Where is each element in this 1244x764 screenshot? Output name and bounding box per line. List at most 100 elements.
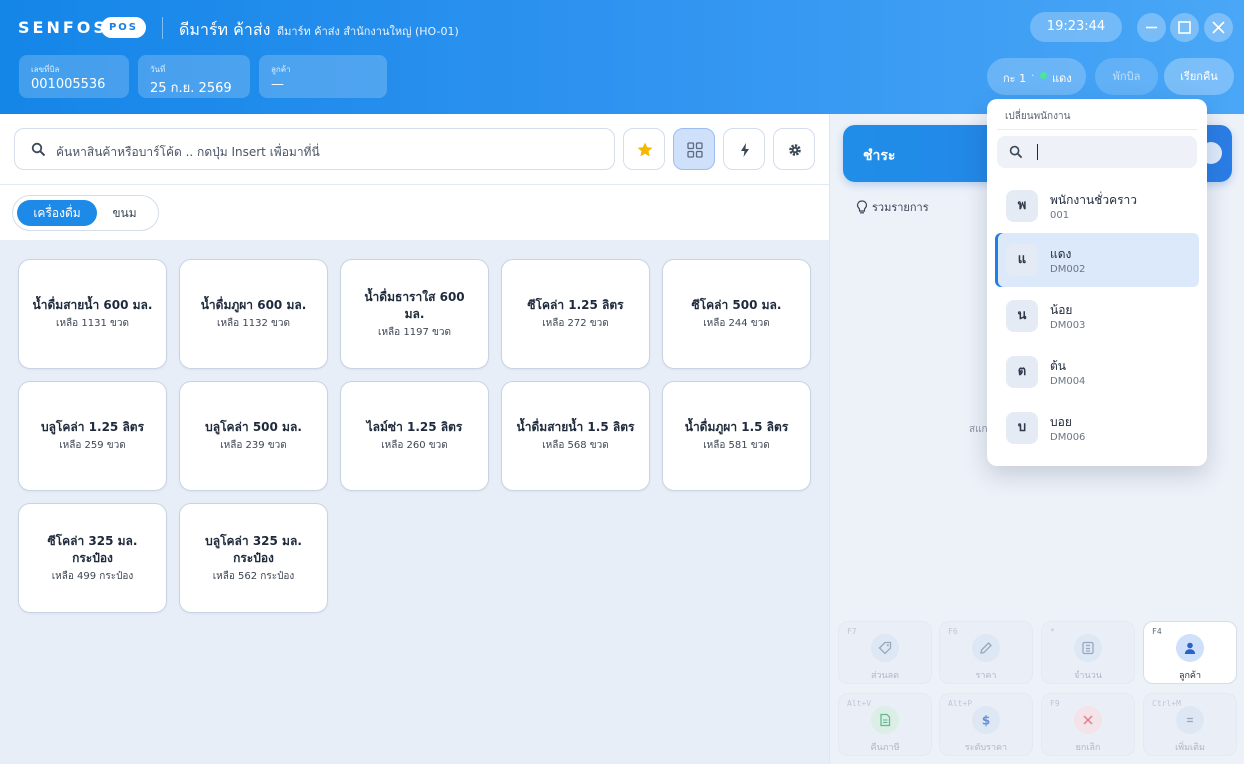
employee-avatar: บ (1006, 412, 1038, 444)
minimize-button[interactable] (1137, 13, 1166, 42)
product-card[interactable]: ซีโคล่า 1.25 ลิตร เหลือ 272 ขวด (501, 259, 650, 369)
employee-name: แดง (1050, 247, 1072, 261)
product-stock: เหลือ 499 กระป๋อง (51, 570, 134, 582)
employee-code: DM002 (1050, 264, 1086, 275)
product-card[interactable]: น้ำดื่มสายน้ำ 600 มล. เหลือ 1131 ขวด (18, 259, 167, 369)
product-name: น้ำดื่มภูผา 1.5 ลิตร (684, 420, 789, 434)
maximize-button[interactable] (1170, 13, 1199, 42)
employee-name: พนักงานชั่วคราว (1050, 193, 1138, 207)
shift-separator: · (1031, 69, 1035, 82)
product-card[interactable]: ไลม์ซ่า 1.25 ลิตร เหลือ 260 ขวด (340, 381, 489, 491)
product-stock: เหลือ 1197 ขวด (378, 326, 451, 338)
lightbulb-icon (856, 200, 868, 214)
grid-view-button[interactable] (673, 128, 715, 170)
function-key-label: ระดับราคา (964, 743, 1008, 753)
customer-key[interactable]: F4 ลูกค้า (1143, 621, 1237, 684)
function-key-label: ลูกค้า (1178, 671, 1202, 681)
search-placeholder: ค้นหาสินค้าหรือบาร์โค้ด .. กดปุ่ม Insert… (56, 145, 320, 159)
hold-bill-button[interactable]: พักบิล (1095, 58, 1158, 95)
shortcut-label: Alt+V (847, 699, 872, 708)
text-cursor (1037, 144, 1038, 160)
cart-summary-label: รวมรายการ (872, 201, 929, 214)
quick-mode-button[interactable] (723, 128, 765, 170)
product-stock: เหลือ 239 ขวด (220, 440, 287, 451)
customer-value: — (271, 77, 284, 92)
pay-label: ชำระ (863, 148, 896, 164)
bill-number-card: เลขที่บิล 001005536 (19, 55, 129, 98)
product-stock: เหลือ 1131 ขวด (56, 318, 129, 329)
employee-name: บอย (1050, 415, 1072, 429)
product-stock: เหลือ 568 ขวด (542, 440, 609, 451)
function-key-label: ส่วนลด (870, 671, 900, 681)
shift-employee-name: แดง (1052, 72, 1072, 85)
shortcut-label: Alt+P (948, 699, 973, 708)
product-stock: เหลือ 259 ขวด (59, 440, 126, 451)
favorites-button[interactable] (623, 128, 665, 170)
product-card[interactable]: น้ำดื่มสายน้ำ 1.5 ลิตร เหลือ 568 ขวด (501, 381, 650, 491)
employee-option[interactable]: พ พนักงานชั่วคราว 001 (995, 179, 1199, 233)
customer-label: ลูกค้า (271, 65, 291, 74)
recall-bill-button[interactable]: เรียกคืน (1164, 58, 1234, 95)
discount-key[interactable]: F7 ส่วนลด (838, 621, 932, 684)
shift-employee-selector[interactable]: กะ 1 · แดง (987, 58, 1086, 95)
price-key[interactable]: F6 ราคา (939, 621, 1033, 684)
brand-logo: SENFOS (18, 18, 108, 37)
date-value: 25 ก.ย. 2569 (150, 81, 232, 96)
maximize-icon (1178, 21, 1191, 34)
product-card[interactable]: บลูโคล่า 325 มล. กระป๋อง เหลือ 562 กระป๋… (179, 503, 328, 613)
date-label: วันที่ (150, 65, 166, 74)
star-icon (637, 142, 653, 157)
header-divider (162, 17, 163, 39)
pos-badge: POS (101, 17, 146, 38)
product-card[interactable]: ซีโคล่า 500 มล. เหลือ 244 ขวด (662, 259, 811, 369)
lightning-icon (741, 143, 749, 157)
svg-text:$: $ (982, 714, 990, 728)
employee-option[interactable]: น น้อย DM003 (995, 289, 1199, 343)
more-key[interactable]: Ctrl+M เพิ่มเติม (1143, 693, 1237, 756)
customer-card[interactable]: ลูกค้า — (259, 55, 387, 98)
tax-refund-key[interactable]: Alt+V คืนภาษี (838, 693, 932, 756)
online-status-icon (1040, 72, 1047, 79)
function-key-label: ยกเลิก (1075, 743, 1101, 753)
product-card[interactable]: น้ำดื่มธาราใส 600 มล. เหลือ 1197 ขวด (340, 259, 489, 369)
product-card[interactable]: บลูโคล่า 500 มล. เหลือ 239 ขวด (179, 381, 328, 491)
price-level-key[interactable]: Alt+P $ ระดับราคา (939, 693, 1033, 756)
category-tab-drinks[interactable]: เครื่องดื่ม (17, 200, 97, 226)
employee-search-input[interactable] (997, 136, 1197, 168)
employee-code: DM004 (1050, 376, 1086, 387)
store-name: ดีมาร์ท ค้าส่ง (179, 20, 271, 39)
branch-name: ดีมาร์ท ค้าส่ง สำนักงานใหญ่ (HO-01) (277, 25, 459, 38)
function-key-label: คืนภาษี (870, 743, 900, 753)
product-search-input[interactable]: ค้นหาสินค้าหรือบาร์โค้ด .. กดปุ่ม Insert… (14, 128, 615, 170)
close-icon (1083, 715, 1093, 725)
product-stock: เหลือ 244 ขวด (703, 318, 770, 329)
menu-icon (1187, 717, 1193, 723)
product-card[interactable]: น้ำดื่มภูผา 1.5 ลิตร เหลือ 581 ขวด (662, 381, 811, 491)
product-card[interactable]: บลูโคล่า 1.25 ลิตร เหลือ 259 ขวด (18, 381, 167, 491)
employee-option-selected[interactable]: แ แดง DM002 (995, 233, 1199, 287)
function-key-label: ราคา (975, 671, 997, 681)
employee-name: ต้น (1050, 359, 1066, 373)
shortcut-label: Ctrl+M (1152, 699, 1181, 708)
employee-option[interactable]: ต ต้น DM004 (995, 345, 1199, 399)
product-name: บลูโคล่า 1.25 ลิตร (40, 420, 145, 434)
product-card[interactable]: น้ำดื่มภูผา 600 มล. เหลือ 1132 ขวด (179, 259, 328, 369)
close-window-button[interactable] (1204, 13, 1233, 42)
employee-avatar: น (1006, 300, 1038, 332)
bill-number-label: เลขที่บิล (31, 65, 60, 74)
cart-summary: รวมรายการ (856, 198, 929, 216)
employee-code: DM003 (1050, 320, 1086, 331)
search-icon (1009, 145, 1023, 159)
dollar-icon: $ (982, 714, 990, 728)
product-name: น้ำดื่มธาราใส 600 มล. (364, 289, 465, 321)
quantity-key[interactable]: * จำนวน (1041, 621, 1135, 684)
grid-icon (687, 142, 703, 158)
dropdown-divider (997, 129, 1197, 130)
category-tab-snacks[interactable]: ขนม (101, 200, 148, 226)
cancel-key[interactable]: F9 ยกเลิก (1041, 693, 1135, 756)
employee-option[interactable]: บ บอย DM006 (995, 401, 1199, 455)
employee-code: 001 (1050, 210, 1070, 221)
product-card[interactable]: ซีโคล่า 325 มล. กระป๋อง เหลือ 499 กระป๋อ… (18, 503, 167, 613)
settings-button[interactable] (773, 128, 815, 170)
product-name: ซีโคล่า 1.25 ลิตร (527, 298, 624, 312)
